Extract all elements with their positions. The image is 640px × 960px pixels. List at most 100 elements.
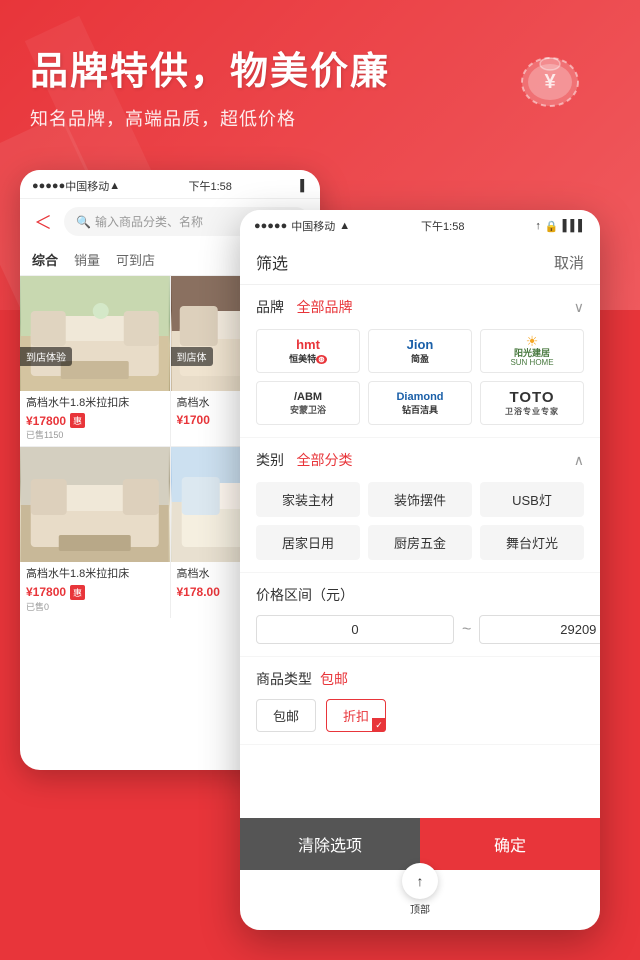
banner-subtitle: 知名品牌，高端品质，超低价格: [30, 105, 296, 131]
brand-toto-logo: TOTO 卫浴专业专家: [505, 389, 559, 417]
price-separator: ~: [462, 621, 471, 639]
front-phone-status: ●●●●● 中国移动 ▲ 下午1:58 ↑ 🔒 ▌▌▌: [240, 210, 600, 240]
goods-type-header: 商品类型 包邮: [256, 669, 584, 689]
price-max-input[interactable]: [479, 615, 600, 644]
brand-chevron-icon[interactable]: ∨: [574, 299, 584, 316]
brand-jion[interactable]: Jion 简盈: [368, 329, 472, 373]
price-badge-3: 惠: [70, 585, 85, 600]
product-price-3: ¥17800: [26, 585, 66, 599]
type-options: 包邮 折扣: [256, 699, 584, 732]
scroll-top-button[interactable]: ↑ 顶部: [402, 863, 438, 916]
search-icon-small: 🔍: [76, 215, 91, 229]
category-chevron-icon[interactable]: ∧: [574, 452, 584, 469]
battery-front: ▌▌▌: [563, 220, 586, 232]
tab-nearby[interactable]: 可到店: [116, 250, 155, 269]
scroll-top-label: 顶部: [410, 901, 430, 916]
banner-title: 品牌特供，物美价廉: [30, 40, 390, 95]
category-zhuangshi[interactable]: 装饰摆件: [368, 482, 472, 517]
category-value: 全部分类: [296, 452, 352, 468]
signal-icon: ↑: [535, 220, 541, 232]
cancel-button[interactable]: 取消: [554, 252, 584, 273]
category-chufang[interactable]: 厨房五金: [368, 525, 472, 560]
product-item-1[interactable]: 到店体验 高档水牛1.8米拉扣床 ¥17800 惠 已售1150: [20, 276, 170, 446]
filter-panel-phone: ●●●●● 中国移动 ▲ 下午1:58 ↑ 🔒 ▌▌▌ 筛选 取消 品牌 全部品…: [240, 210, 600, 930]
svg-text:¥: ¥: [544, 71, 556, 93]
back-phone-status: ●●●●● 中国移动 ▲ 下午1:58 ▌: [20, 170, 320, 199]
time-front: 下午1:58: [421, 218, 464, 234]
goods-type-value: 包邮: [320, 669, 348, 689]
brand-grid: hmt 恒美特⊛ Jion 简盈 ☀ 阳光建居 SUN HOME: [256, 329, 584, 425]
brand-hmt-logo: hmt 恒美特⊛: [289, 337, 327, 365]
visit-badge-1: 到店体验: [20, 347, 72, 366]
product-info-3: 高档水牛1.8米拉扣床 ¥17800 惠 已售0: [20, 562, 170, 617]
wifi-icon: ▲: [109, 180, 120, 192]
filter-header: 筛选 取消: [240, 240, 600, 285]
category-section-header: 类别 全部分类 ∧: [256, 450, 584, 470]
brand-abm-logo: /ABM 安蒙卫浴: [290, 391, 326, 416]
brand-sunhome[interactable]: ☀ 阳光建居 SUN HOME: [480, 329, 584, 373]
goods-type-section: 商品类型 包邮 包邮 折扣: [240, 657, 600, 745]
product-item-3[interactable]: 高档水牛1.8米拉扣床 ¥17800 惠 已售0: [20, 447, 170, 617]
tab-general[interactable]: 综合: [32, 250, 58, 269]
brand-diamond-logo: Diamond 钻百洁具: [396, 391, 443, 416]
category-jiazhuang[interactable]: 家装主材: [256, 482, 360, 517]
sold-info-3: 已售0: [26, 600, 164, 613]
brand-value: 全部品牌: [296, 299, 352, 315]
status-right: ↑ 🔒 ▌▌▌: [535, 220, 586, 233]
price-inputs: ~: [256, 615, 584, 644]
product-name-3: 高档水牛1.8米拉扣床: [26, 567, 164, 582]
goods-type-label: 商品类型: [256, 669, 312, 689]
price-range-label: 价格区间（元）: [256, 585, 584, 605]
time: 下午1:58: [188, 178, 231, 194]
category-wutai[interactable]: 舞台灯光: [480, 525, 584, 560]
visit-badge-2: 到店体: [171, 347, 213, 366]
carrier-dots: ●●●●●: [32, 180, 65, 192]
category-jiaju[interactable]: 居家日用: [256, 525, 360, 560]
clear-button[interactable]: 清除选项: [240, 818, 420, 870]
tab-sales[interactable]: 销量: [74, 250, 100, 269]
filter-title: 筛选: [256, 250, 288, 274]
brand-abm[interactable]: /ABM 安蒙卫浴: [256, 381, 360, 425]
category-section: 类别 全部分类 ∧ 家装主材 装饰摆件 USB灯 居家日用 厨房五金 舞台灯光: [240, 438, 600, 573]
lock-icon: 🔒: [545, 220, 559, 233]
product-name-1: 高档水牛1.8米拉扣床: [26, 396, 164, 411]
brand-toto[interactable]: TOTO 卫浴专业专家: [480, 381, 584, 425]
price-range-section: 价格区间（元） ~: [240, 573, 600, 657]
carrier-name: 中国移动: [65, 178, 109, 194]
product-image-1: [20, 276, 170, 391]
product-price-4: ¥178.00: [177, 585, 220, 599]
brand-diamond[interactable]: Diamond 钻百洁具: [368, 381, 472, 425]
search-placeholder: 输入商品分类、名称: [95, 213, 203, 230]
brand-sunhome-logo: ☀ 阳光建居 SUN HOME: [510, 334, 553, 368]
type-option-baoyou[interactable]: 包邮: [256, 699, 316, 732]
product-info-1: 高档水牛1.8米拉扣床 ¥17800 惠 已售1150: [20, 391, 170, 446]
carrier-dots-front: ●●●●●: [254, 220, 287, 232]
brand-hmt[interactable]: hmt 恒美特⊛: [256, 329, 360, 373]
category-label: 类别: [256, 452, 284, 468]
product-price-2: ¥1700: [177, 413, 210, 427]
brand-section-header: 品牌 全部品牌 ∨: [256, 297, 584, 317]
product-price-row-1: ¥17800 惠: [26, 413, 164, 428]
category-usb[interactable]: USB灯: [480, 482, 584, 517]
product-price-1: ¥17800: [26, 414, 66, 428]
brand-jion-logo: Jion 简盈: [407, 337, 434, 365]
price-badge-1: 惠: [70, 413, 85, 428]
confirm-button[interactable]: 确定: [420, 818, 600, 870]
sold-info-1: 已售1150: [26, 428, 164, 441]
product-price-row-3: ¥17800 惠: [26, 585, 164, 600]
type-option-zhekou[interactable]: 折扣: [326, 699, 386, 732]
brand-label: 品牌: [256, 299, 284, 315]
category-grid: 家装主材 装饰摆件 USB灯 居家日用 厨房五金 舞台灯光: [256, 482, 584, 560]
category-label-row: 类别 全部分类: [256, 450, 352, 470]
scroll-top-arrow: ↑: [402, 863, 438, 899]
brand-label-row: 品牌 全部品牌: [256, 297, 352, 317]
wifi-icon-front: ▲: [339, 220, 350, 232]
brand-section: 品牌 全部品牌 ∨ hmt 恒美特⊛ Jion 简盈: [240, 285, 600, 438]
carrier-name-front: 中国移动: [291, 218, 335, 234]
back-button[interactable]: ＜: [30, 209, 56, 235]
price-min-input[interactable]: [256, 615, 454, 644]
phones-container: ●●●●● 中国移动 ▲ 下午1:58 ▌ ＜ 🔍 输入商品分类、名称 综合 销…: [0, 170, 640, 960]
status-left: ●●●●● 中国移动 ▲: [254, 218, 350, 234]
money-bag-icon: ¥: [510, 30, 590, 110]
battery-icon: ▌: [300, 180, 308, 192]
